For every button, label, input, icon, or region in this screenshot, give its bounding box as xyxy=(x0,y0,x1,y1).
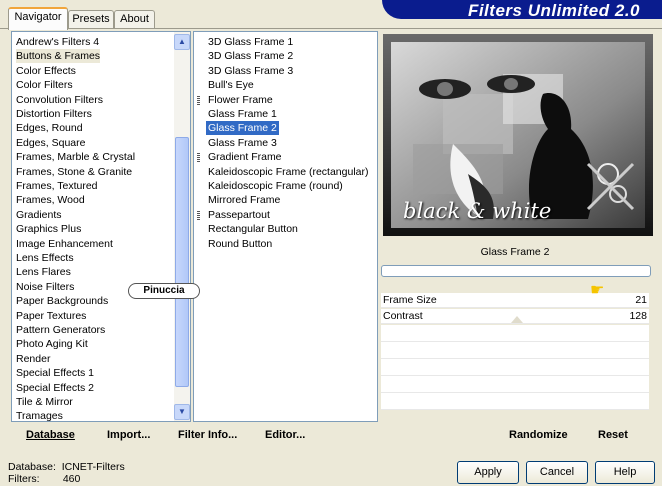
category-item[interactable]: Andrew's Filters 4 xyxy=(16,35,99,49)
category-item[interactable]: Pattern Generators xyxy=(16,323,105,337)
filter-item[interactable]: 3D Glass Frame 3 xyxy=(206,64,295,78)
category-item[interactable]: Edges, Round xyxy=(16,121,83,135)
category-item[interactable]: Gradients xyxy=(16,208,62,222)
import-button[interactable]: Import... xyxy=(107,429,150,441)
category-item[interactable]: Lens Effects xyxy=(16,251,74,265)
category-item[interactable]: Tile & Mirror xyxy=(16,395,73,409)
filter-item[interactable]: Round Button xyxy=(206,237,274,251)
pointing-hand-icon: ☛ xyxy=(590,282,605,299)
filter-item[interactable]: Kaleidoscopic Frame (round) xyxy=(206,179,345,193)
filter-item[interactable]: Passepartout xyxy=(206,208,272,222)
empty-slider-row xyxy=(381,342,649,359)
empty-slider-row xyxy=(381,393,649,410)
slider-marker-icon xyxy=(511,316,523,323)
filter-info-button[interactable]: Filter Info... xyxy=(178,429,237,441)
filters-count: 460 xyxy=(62,473,81,485)
category-scrollbar[interactable]: ▲ ▼ xyxy=(174,32,190,421)
slider-value: 128 xyxy=(629,310,647,322)
filter-item[interactable]: 3D Glass Frame 1 xyxy=(206,35,295,49)
slider-label: Contrast xyxy=(383,310,423,322)
category-item[interactable]: Noise Filters xyxy=(16,280,74,294)
drag-handle-icon xyxy=(197,210,200,220)
category-item[interactable]: Lens Flares xyxy=(16,265,71,279)
category-item[interactable]: Image Enhancement xyxy=(16,237,113,251)
signature-badge: Pinuccia xyxy=(128,283,200,299)
category-item[interactable]: Paper Backgrounds xyxy=(16,294,108,308)
drag-handle-icon xyxy=(197,95,200,105)
category-item[interactable]: Render xyxy=(16,352,50,366)
progress-bar xyxy=(381,265,651,277)
filter-item[interactable]: Kaleidoscopic Frame (rectangular) xyxy=(206,165,370,179)
category-item[interactable]: Frames, Marble & Crystal xyxy=(16,150,135,164)
category-item[interactable]: Photo Aging Kit xyxy=(16,337,88,351)
scroll-thumb[interactable] xyxy=(175,137,189,387)
category-list[interactable]: Andrew's Filters 4 Buttons & Frames Color … xyxy=(11,31,191,422)
filter-item[interactable]: Flower Frame xyxy=(206,93,275,107)
preview-watermark: black & white xyxy=(403,199,552,223)
slider-value: 21 xyxy=(635,294,647,306)
category-item[interactable]: Frames, Textured xyxy=(16,179,98,193)
slider-frame-size[interactable]: Frame Size 21 xyxy=(381,293,649,308)
filter-item[interactable]: Glass Frame 3 xyxy=(206,136,279,150)
category-item[interactable]: Convolution Filters xyxy=(16,93,103,107)
filter-item[interactable]: 3D Glass Frame 2 xyxy=(206,49,295,63)
status-filters: Filters: 460 xyxy=(8,473,81,485)
preview-image: black & white xyxy=(383,34,653,236)
scroll-up-icon[interactable]: ▲ xyxy=(174,34,190,50)
category-item[interactable]: Buttons & Frames xyxy=(16,49,101,64)
editor-button[interactable]: Editor... xyxy=(265,429,305,441)
tab-about[interactable]: About xyxy=(114,10,155,28)
category-item[interactable]: Edges, Square xyxy=(16,136,85,150)
slider-label: Frame Size xyxy=(383,294,437,306)
drag-handle-icon xyxy=(197,153,200,163)
database-value: ICNET-Filters xyxy=(61,461,125,473)
randomize-button[interactable]: Randomize xyxy=(509,429,568,441)
scroll-down-icon[interactable]: ▼ xyxy=(174,404,190,420)
filter-item[interactable]: Glass Frame 1 xyxy=(206,107,279,121)
category-item[interactable]: Special Effects 1 xyxy=(16,366,94,380)
app-title: Filters Unlimited 2.0 xyxy=(467,1,640,20)
filter-item[interactable]: Bull's Eye xyxy=(206,78,256,92)
category-item[interactable]: Distortion Filters xyxy=(16,107,92,121)
help-button[interactable]: Help xyxy=(595,461,655,484)
category-item[interactable]: Frames, Wood xyxy=(16,193,85,207)
filter-item[interactable]: Mirrored Frame xyxy=(206,193,282,207)
slider-contrast[interactable]: Contrast 128 xyxy=(381,309,649,324)
reset-button[interactable]: Reset xyxy=(598,429,628,441)
cancel-button[interactable]: Cancel xyxy=(526,461,588,484)
category-item[interactable]: Special Effects 2 xyxy=(16,381,94,395)
tab-divider xyxy=(0,28,662,29)
filter-list[interactable]: 3D Glass Frame 1 3D Glass Frame 2 3D Glass… xyxy=(193,31,378,422)
preview-caption: Glass Frame 2 xyxy=(480,246,550,258)
category-item[interactable]: Frames, Stone & Granite xyxy=(16,165,132,179)
category-item[interactable]: Paper Textures xyxy=(16,309,86,323)
title-banner: Filters Unlimited 2.0 xyxy=(382,0,662,20)
status-database: Database: ICNET-Filters xyxy=(8,461,125,473)
category-item[interactable]: Color Effects xyxy=(16,64,76,78)
empty-slider-row xyxy=(381,325,649,342)
apply-button[interactable]: Apply xyxy=(457,461,519,484)
empty-slider-row xyxy=(381,359,649,376)
filter-item[interactable]: Gradient Frame xyxy=(206,150,284,164)
category-item[interactable]: Tramages xyxy=(16,409,63,421)
filter-item[interactable]: Rectangular Button xyxy=(206,222,300,236)
tab-navigator[interactable]: Navigator xyxy=(8,7,68,30)
category-item[interactable]: Graphics Plus xyxy=(16,222,81,236)
database-button[interactable]: Database xyxy=(26,429,75,441)
tab-presets[interactable]: Presets xyxy=(68,10,114,28)
filter-item[interactable]: Glass Frame 2 xyxy=(206,121,279,136)
category-item[interactable]: Color Filters xyxy=(16,78,73,92)
empty-slider-row xyxy=(381,376,649,393)
